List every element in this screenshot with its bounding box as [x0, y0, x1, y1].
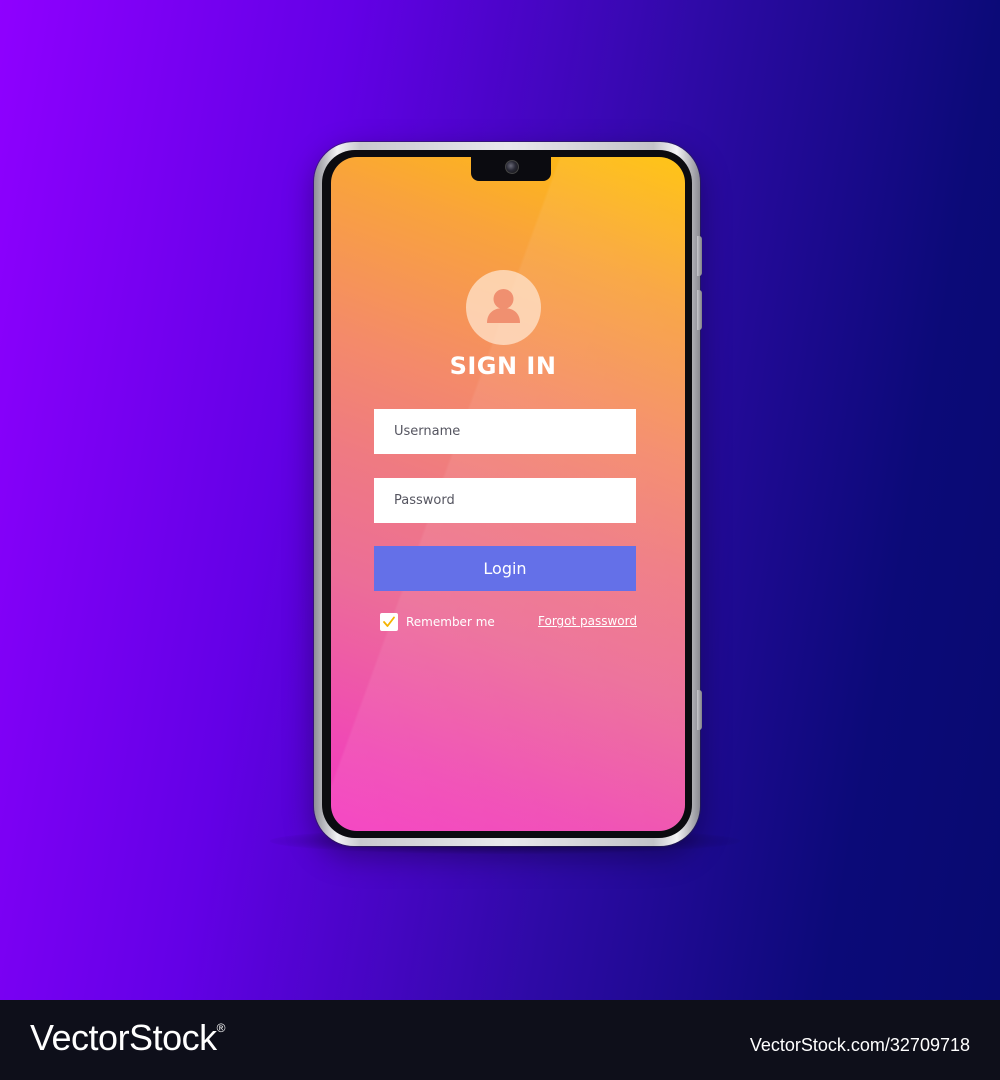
registered-mark: ®	[216, 1021, 226, 1035]
username-placeholder: Username	[394, 424, 461, 439]
login-button[interactable]: Login	[374, 546, 636, 591]
sign-in-title: SIGN IN	[449, 352, 557, 380]
remember-me-option[interactable]: Remember me	[380, 613, 495, 631]
volume-down-button	[697, 290, 702, 330]
watermark-id: VectorStock.com/32709718	[749, 1035, 970, 1055]
forgot-password-link[interactable]: Forgot password	[538, 614, 637, 628]
remember-me-label: Remember me	[406, 615, 495, 629]
watermark-logo-text: VectorStock	[30, 1017, 217, 1058]
watermark-logo: VectorStock®	[30, 1017, 225, 1059]
password-placeholder: Password	[394, 493, 455, 508]
background: SIGN IN Username Password Login Remember…	[0, 0, 1000, 1000]
front-camera-icon	[505, 160, 519, 174]
username-input[interactable]: Username	[374, 409, 636, 454]
volume-up-button	[697, 236, 702, 276]
power-button	[697, 690, 702, 730]
remember-me-checkbox[interactable]	[380, 613, 398, 631]
password-input[interactable]: Password	[374, 478, 636, 523]
user-avatar-icon	[466, 270, 541, 345]
checkmark-icon	[383, 616, 395, 627]
